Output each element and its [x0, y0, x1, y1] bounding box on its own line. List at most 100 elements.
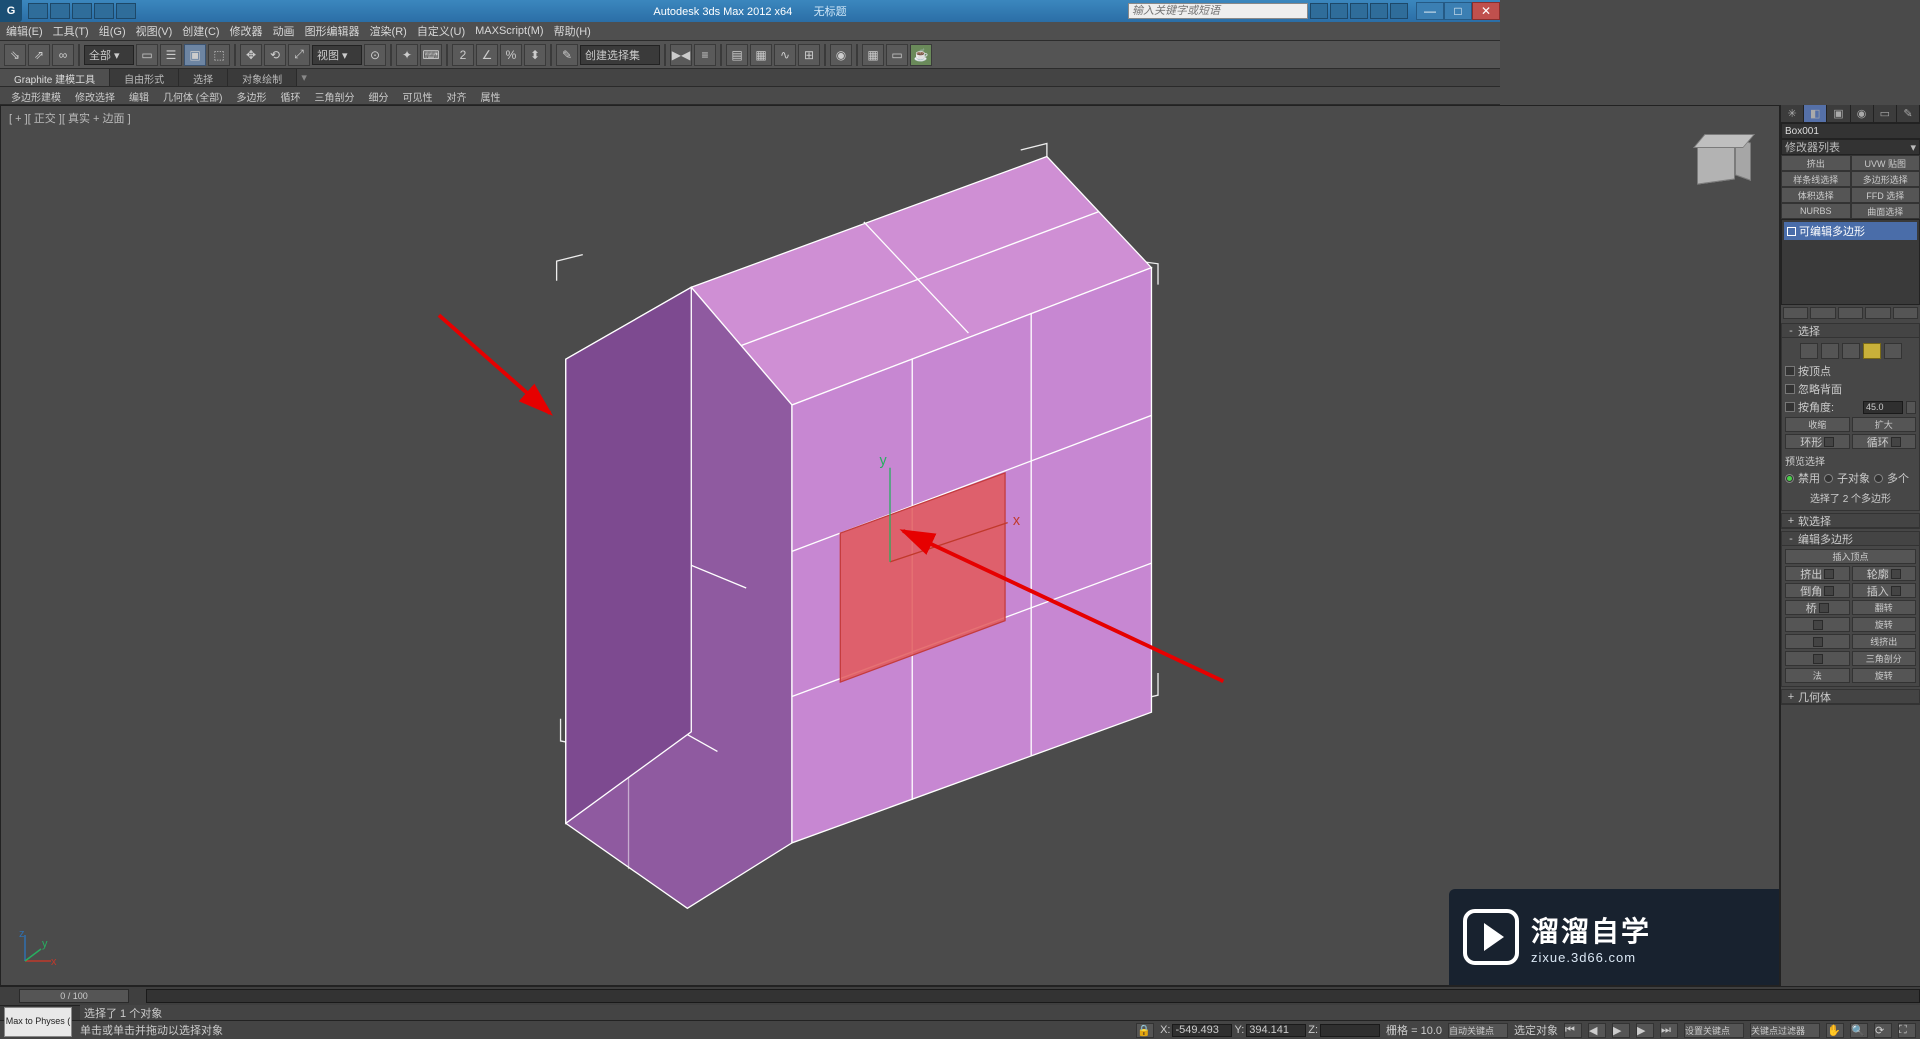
modifier-list-dropdown[interactable]: 修改器列表▾	[1781, 139, 1920, 155]
by-angle-spinner[interactable]	[1906, 401, 1916, 414]
select-name-button[interactable]: ☰	[160, 44, 182, 66]
tab-motion-icon[interactable]: ◉	[1851, 105, 1874, 122]
setkey-button[interactable]: 设置关键点	[1684, 1023, 1744, 1038]
menu-render[interactable]: 渲染(R)	[370, 23, 407, 39]
ribbon-panel-loops[interactable]: 循环	[273, 87, 307, 104]
timeline-next-icon[interactable]	[132, 989, 146, 1003]
named-sel-dropdown[interactable]: 创建选择集	[580, 45, 660, 65]
subobj-vertex-icon[interactable]	[1800, 343, 1818, 359]
viewport[interactable]: [ + ][ 正交 ][ 真实 + 边面 ]	[0, 105, 1780, 986]
keyboard-shortcut-button[interactable]: ⌨	[420, 44, 442, 66]
extrude-button[interactable]: 挤出	[1785, 566, 1850, 581]
coord-z-value[interactable]	[1320, 1024, 1380, 1037]
stack-config-icon[interactable]	[1893, 307, 1918, 319]
menu-customize[interactable]: 自定义(U)	[417, 23, 465, 39]
bevel-button[interactable]: 倒角	[1785, 583, 1850, 598]
by-angle-checkbox[interactable]: 按角度:	[1785, 399, 1860, 415]
keyfilter-button[interactable]: 关键点过滤器	[1750, 1023, 1820, 1038]
object-name-input[interactable]	[1781, 123, 1920, 139]
tab-display-icon[interactable]: ▭	[1874, 105, 1897, 122]
autokey-button[interactable]: 自动关键点	[1448, 1023, 1508, 1038]
scale-button[interactable]: ⤢	[288, 44, 310, 66]
tab-utilities-icon[interactable]: ✎	[1897, 105, 1920, 122]
grow-button[interactable]: 扩大	[1852, 417, 1917, 432]
qat-save-icon[interactable]	[72, 3, 92, 19]
menu-group[interactable]: 组(G)	[99, 23, 126, 39]
ribbon-panel-geom[interactable]: 几何体 (全部)	[156, 87, 229, 104]
window-crossing-button[interactable]: ⬚	[208, 44, 230, 66]
close-button[interactable]: ✕	[1472, 2, 1500, 20]
select-object-button[interactable]: ▭	[136, 44, 158, 66]
menu-modifiers[interactable]: 修改器	[230, 23, 263, 39]
rollout-selection-header[interactable]: -选择	[1782, 324, 1919, 338]
tab-modify-icon[interactable]: ◧	[1804, 105, 1827, 122]
timeline-prev-icon[interactable]	[2, 989, 16, 1003]
menu-help[interactable]: 帮助(H)	[554, 23, 591, 39]
ribbon-panel-subdiv[interactable]: 细分	[361, 87, 395, 104]
rotate-button[interactable]: ⟲	[264, 44, 286, 66]
tab-hierarchy-icon[interactable]: ▣	[1827, 105, 1850, 122]
snap-angle-button[interactable]: ∠	[476, 44, 498, 66]
outline-button[interactable]: 轮廓	[1852, 566, 1917, 581]
ribbon-panel-modsel[interactable]: 修改选择	[68, 87, 122, 104]
selection-filter-dropdown[interactable]: 全部 ▾	[84, 45, 134, 65]
qat-undo-icon[interactable]	[28, 3, 48, 19]
play-next-icon[interactable]: ▶	[1636, 1023, 1654, 1038]
snap-percent-button[interactable]: %	[500, 44, 522, 66]
curve-editor-button[interactable]: ∿	[774, 44, 796, 66]
coord-y-value[interactable]: 394.141	[1246, 1024, 1306, 1037]
preview-disable-radio[interactable]	[1785, 474, 1794, 483]
subobj-element-icon[interactable]	[1884, 343, 1902, 359]
nav-max-icon[interactable]: ⛶	[1898, 1023, 1916, 1038]
schematic-button[interactable]: ⊞	[798, 44, 820, 66]
ribbon-panel-vis[interactable]: 可见性	[395, 87, 439, 104]
preview-subobj-radio[interactable]	[1824, 474, 1833, 483]
ribbon-tab-paint[interactable]: 对象绘制	[228, 69, 297, 86]
maximize-button[interactable]: □	[1444, 2, 1472, 20]
select-manip-button[interactable]: ✦	[396, 44, 418, 66]
qat-open-icon[interactable]	[94, 3, 114, 19]
minimize-button[interactable]: —	[1416, 2, 1444, 20]
ribbon-panel-props[interactable]: 属性	[473, 87, 507, 104]
bridge-button[interactable]: 桥	[1785, 600, 1850, 615]
layer-manager-button[interactable]: ▦	[750, 44, 772, 66]
exchange-icon[interactable]	[1350, 3, 1368, 19]
bind-button[interactable]: ∞	[52, 44, 74, 66]
time-slider[interactable]: 0 / 100	[19, 989, 129, 1003]
play-button[interactable]: ▶	[1612, 1023, 1630, 1038]
align-button[interactable]: ≡	[694, 44, 716, 66]
app-menu-icon[interactable]: G	[0, 0, 22, 22]
select-region-button[interactable]: ▣	[184, 44, 206, 66]
preset-nurbs[interactable]: NURBS	[1781, 203, 1851, 219]
lock-selection-icon[interactable]: 🔒	[1136, 1023, 1154, 1038]
menu-graph[interactable]: 图形编辑器	[305, 23, 360, 39]
ribbon-tab-graphite[interactable]: Graphite 建模工具	[0, 69, 110, 86]
by-angle-value[interactable]: 45.0	[1863, 401, 1903, 414]
nav-zoom-icon[interactable]: 🔍	[1850, 1023, 1868, 1038]
rollout-edit-header[interactable]: -编辑多边形	[1782, 532, 1919, 546]
coord-x-value[interactable]: -549.493	[1172, 1024, 1232, 1037]
loop-button[interactable]: 循环	[1852, 434, 1917, 449]
unlink-button[interactable]: ⇗	[28, 44, 50, 66]
menu-tools[interactable]: 工具(T)	[53, 23, 89, 39]
modifier-stack[interactable]: 可编辑多边形	[1781, 219, 1920, 305]
move-button[interactable]: ✥	[240, 44, 262, 66]
preset-ffd-sel[interactable]: FFD 选择	[1851, 187, 1920, 203]
link-button[interactable]: ⇘	[4, 44, 26, 66]
subobj-polygon-icon[interactable]	[1863, 343, 1881, 359]
menu-create[interactable]: 创建(C)	[182, 23, 219, 39]
nav-pan-icon[interactable]: ✋	[1826, 1023, 1844, 1038]
mirror-button[interactable]: ▶◀	[670, 44, 692, 66]
help-icon[interactable]	[1390, 3, 1408, 19]
retri-button[interactable]	[1785, 651, 1850, 666]
stack-remove-icon[interactable]	[1865, 307, 1890, 319]
shrink-button[interactable]: 收缩	[1785, 417, 1850, 432]
preset-spline-sel[interactable]: 样条线选择	[1781, 171, 1851, 187]
hinge-button[interactable]	[1785, 617, 1850, 632]
inset-button[interactable]: 插入	[1852, 583, 1917, 598]
stack-show-icon[interactable]	[1810, 307, 1835, 319]
subobj-border-icon[interactable]	[1842, 343, 1860, 359]
search-icon[interactable]	[1310, 3, 1328, 19]
menu-views[interactable]: 视图(V)	[136, 23, 173, 39]
ribbon-panel-tri[interactable]: 三角剖分	[307, 87, 361, 104]
